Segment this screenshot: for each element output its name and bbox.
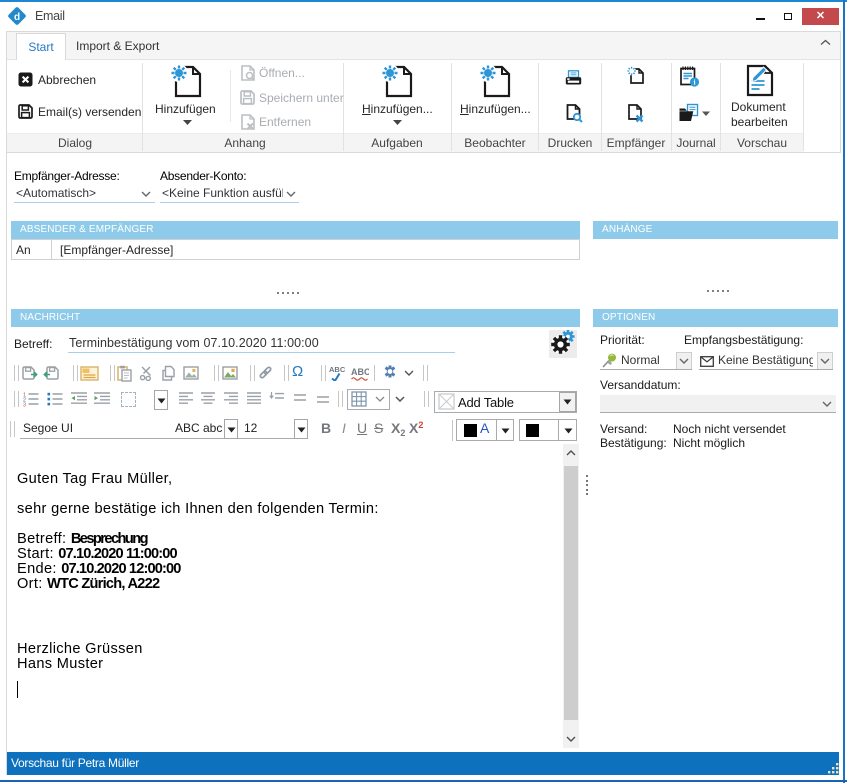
svg-text:ABC: ABC — [329, 365, 346, 374]
svg-text:i: i — [693, 78, 695, 87]
svg-text:d: d — [14, 12, 20, 23]
svg-text:ABC: ABC — [351, 367, 369, 377]
svg-text:3: 3 — [23, 403, 26, 408]
